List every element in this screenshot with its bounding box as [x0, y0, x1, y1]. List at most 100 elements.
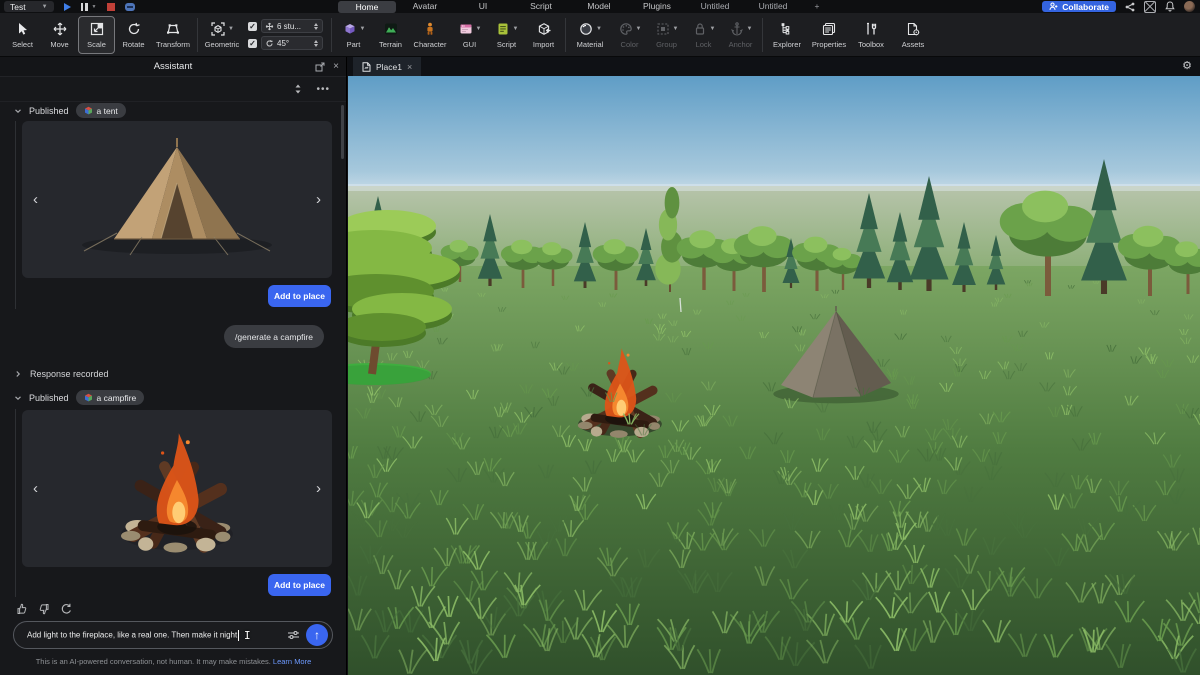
tent-generation-card: ‹ › [22, 121, 332, 278]
scale-tool-button[interactable]: Scale [78, 16, 115, 54]
more-options-icon[interactable]: ••• [316, 84, 330, 95]
menu-tab-ui[interactable]: UI [454, 0, 512, 13]
chevron-down-icon: ▼ [596, 26, 602, 32]
menu-tab-plugins[interactable]: Plugins [628, 0, 686, 13]
campfire-asset-badge[interactable]: a campfire [76, 390, 145, 405]
snap-move-stepper[interactable] [312, 23, 319, 30]
chevron-down-icon: ▼ [228, 26, 234, 32]
roblox-studio-window: Test ▼ ▼ Home Avatar UI Script Model Plu… [0, 0, 1200, 675]
place-tab[interactable]: Place1 × [353, 57, 421, 76]
terrain-button[interactable]: Terrain [372, 16, 409, 54]
character-button[interactable]: Character [409, 16, 451, 54]
add-to-place-button-campfire[interactable]: Add to place [268, 574, 331, 596]
menu-tab-script[interactable]: Script [512, 0, 570, 13]
place-document-icon [362, 62, 371, 72]
snap-rotate-field[interactable]: 45° [261, 36, 323, 50]
learn-more-link[interactable]: Learn More [273, 657, 311, 666]
input-settings-sliders-icon[interactable] [287, 629, 300, 641]
user-avatar[interactable] [1184, 1, 1195, 12]
chevron-down-icon [14, 107, 22, 115]
thumbs-down-icon[interactable] [38, 603, 50, 615]
color-button[interactable]: ▼ Color [611, 16, 648, 54]
chevron-down-icon: ▼ [476, 26, 482, 32]
menu-tab-model[interactable]: Model [570, 0, 628, 13]
gui-button[interactable]: ▼ GUI [451, 16, 488, 54]
anchor-button[interactable]: ▼ Anchor [722, 16, 759, 54]
script-button[interactable]: ▼ Script [488, 16, 525, 54]
snap-move-checkbox[interactable]: ✓ [248, 22, 257, 31]
close-panel-icon[interactable]: × [333, 61, 339, 72]
response-recorded-row[interactable]: Response recorded [14, 369, 109, 379]
menu-tab-home[interactable]: Home [338, 1, 396, 13]
next-variant-button[interactable]: › [316, 481, 321, 497]
snap-rotate-stepper[interactable] [312, 40, 319, 47]
explorer-icon [779, 21, 795, 38]
geometric-mode-button[interactable]: ▼ Geometric [201, 16, 243, 54]
previous-variant-button[interactable]: ‹ [33, 192, 38, 208]
share-icon[interactable] [1125, 2, 1135, 12]
thumbs-up-icon[interactable] [16, 603, 28, 615]
group-button[interactable]: ▼ Group [648, 16, 685, 54]
add-to-place-button-tent[interactable]: Add to place [268, 285, 331, 307]
regenerate-icon[interactable] [60, 603, 72, 615]
character-icon [422, 21, 438, 38]
next-variant-button[interactable]: › [316, 192, 321, 208]
transform-tool-button[interactable]: Transform [152, 16, 194, 54]
chevron-down-icon: ▼ [673, 26, 679, 32]
lock-button[interactable]: ▼ Lock [685, 16, 722, 54]
move-arrows-icon [52, 21, 68, 38]
part-button[interactable]: ▼ Part [335, 16, 372, 54]
test-mode-dropdown[interactable]: Test ▼ [4, 1, 54, 12]
snap-rotate-checkbox[interactable]: ✓ [248, 39, 257, 48]
stop-button[interactable] [107, 3, 115, 11]
rotate-tool-button[interactable]: Rotate [115, 16, 152, 54]
rotate-snap-icon [265, 39, 274, 48]
assistant-panel: Assistant × ••• Published [0, 57, 347, 675]
resume-icon[interactable] [125, 3, 135, 11]
assistant-scrollbar[interactable] [341, 105, 344, 159]
scale-icon [89, 21, 105, 38]
close-tab-icon[interactable]: × [407, 62, 412, 72]
campfire-preview-image [22, 410, 332, 567]
explorer-button[interactable]: Explorer [766, 16, 808, 54]
anchor-icon [729, 21, 745, 37]
assets-button[interactable]: Assets [892, 16, 934, 54]
menu-tab-avatar[interactable]: Avatar [396, 0, 454, 13]
chevron-down-icon: ▼ [747, 26, 753, 32]
title-bar: Test ▼ ▼ Home Avatar UI Script Model Plu… [0, 0, 1200, 13]
import-button[interactable]: Import [525, 16, 562, 54]
snap-move-field[interactable]: 6 stu... [261, 19, 323, 33]
add-tab-button[interactable]: + [802, 0, 832, 13]
model-icon [84, 393, 93, 402]
viewport-settings-gear-icon[interactable]: ⚙ [1182, 57, 1192, 76]
terrain-icon [383, 21, 399, 38]
published-tent-row[interactable]: Published a tent [14, 103, 126, 118]
text-caret [238, 630, 239, 641]
tent-asset-badge[interactable]: a tent [76, 103, 126, 118]
move-tool-button[interactable]: Move [41, 16, 78, 54]
properties-button[interactable]: Properties [808, 16, 850, 54]
published-label: Published [29, 393, 69, 403]
assistant-panel-header: Assistant × [0, 57, 346, 77]
popout-panel-icon[interactable] [315, 62, 325, 72]
published-campfire-row[interactable]: Published a campfire [14, 390, 144, 405]
menu-tab-untitled-2[interactable]: Untitled [744, 0, 802, 13]
assistant-chat-input[interactable]: Add light to the fireplace, like a real … [13, 621, 333, 649]
play-button[interactable] [64, 3, 71, 11]
resize-handle-icon[interactable] [294, 84, 302, 94]
send-message-button[interactable]: ↑ [306, 624, 328, 646]
ai-disclaimer: This is an AI-powered conversation, not … [0, 657, 347, 666]
campfire-model [121, 433, 233, 554]
capture-icon[interactable] [1144, 1, 1156, 13]
chevron-down-icon: ▼ [710, 26, 716, 32]
select-tool-button[interactable]: Select [4, 16, 41, 54]
notifications-bell-icon[interactable] [1165, 1, 1175, 12]
pause-button[interactable]: ▼ [81, 3, 97, 11]
previous-variant-button[interactable]: ‹ [33, 481, 38, 497]
menu-tab-untitled-1[interactable]: Untitled [686, 0, 744, 13]
toolbox-button[interactable]: Toolbox [850, 16, 892, 54]
collaborate-button[interactable]: Collaborate [1042, 1, 1116, 12]
viewport-3d-scene[interactable] [348, 76, 1200, 675]
snap-settings: ✓ 6 stu... ✓ 45° [248, 19, 323, 50]
material-button[interactable]: ▼ Material [569, 16, 611, 54]
